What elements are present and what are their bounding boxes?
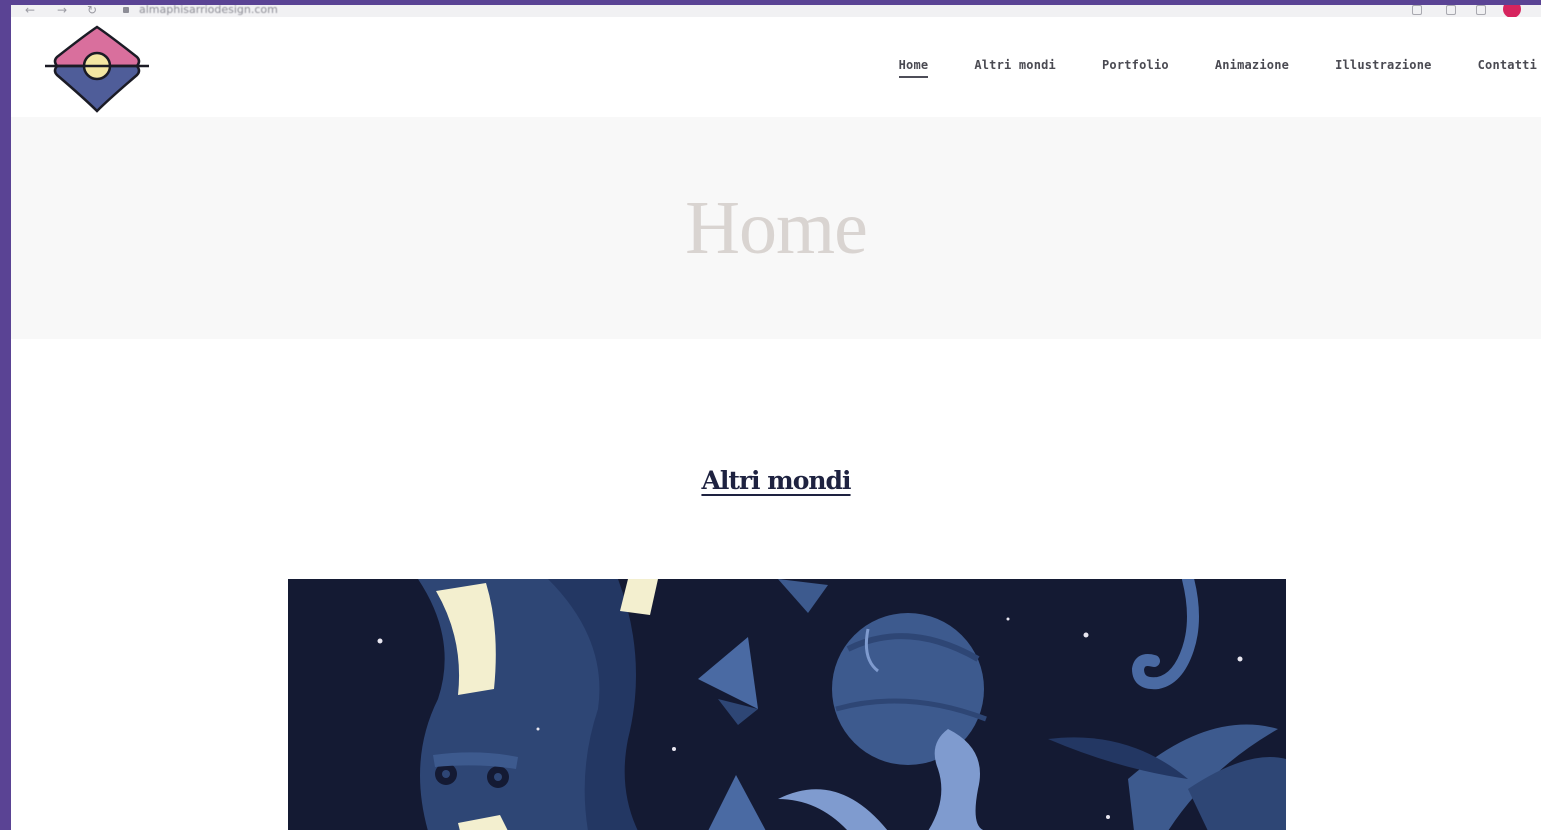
nav-contatti[interactable]: Contatti (1478, 58, 1537, 78)
browser-toolbar: ← → ↻ almaphisarriodesign.com (11, 5, 1541, 18)
back-icon[interactable]: ← (25, 5, 35, 17)
nav-altri-mondi[interactable]: Altri mondi (974, 58, 1056, 78)
extension-icon[interactable] (1446, 5, 1456, 15)
space-illustration (288, 579, 1286, 830)
page-title-banner: Home (11, 117, 1541, 339)
nav-animazione[interactable]: Animazione (1215, 58, 1289, 78)
page-title: Home (685, 186, 868, 270)
address-bar[interactable]: almaphisarriodesign.com (139, 5, 278, 16)
forward-icon[interactable]: → (57, 5, 67, 17)
star-icon[interactable] (1412, 5, 1422, 15)
site-header: Home Altri mondi Portfolio Animazione Il… (11, 17, 1541, 117)
browser-viewport: ← → ↻ almaphisarriodesign.com Home Altri… (11, 5, 1541, 830)
nav-illustrazione[interactable]: Illustrazione (1335, 58, 1432, 78)
main-navigation: Home Altri mondi Portfolio Animazione Il… (898, 58, 1537, 78)
lock-icon (123, 7, 129, 13)
altri-mondi-link[interactable]: Altri mondi (701, 466, 851, 495)
reload-icon[interactable]: ↻ (87, 5, 97, 17)
puzzle-icon[interactable] (1476, 5, 1486, 15)
nav-portfolio[interactable]: Portfolio (1102, 58, 1169, 78)
site-logo[interactable] (41, 25, 153, 115)
section-heading: Altri mondi (11, 466, 1541, 495)
nav-home[interactable]: Home (898, 58, 929, 78)
altri-mondi-illustration[interactable] (288, 579, 1286, 830)
